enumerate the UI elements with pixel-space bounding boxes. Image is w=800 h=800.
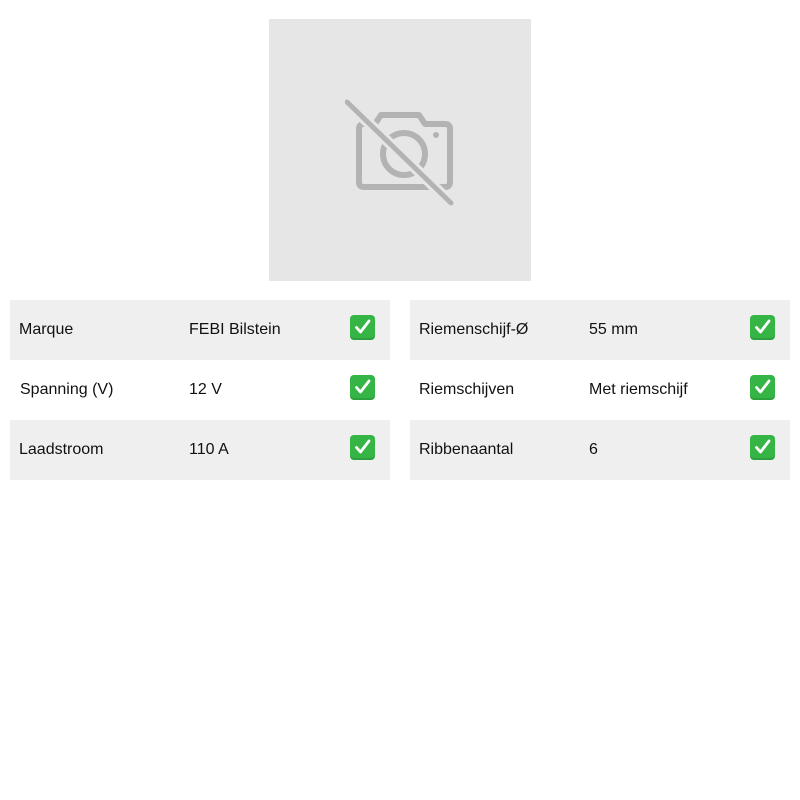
spec-label: Ribbenaantal	[419, 441, 514, 458]
spec-row: Laadstroom 110 A	[10, 420, 390, 480]
check-icon	[350, 435, 375, 460]
spec-label: Riemschijven	[419, 381, 515, 398]
specs-table-right: Riemenschijf-Ø 55 mm Riemschijven Met ri…	[410, 300, 790, 480]
spec-label: Marque	[19, 321, 74, 338]
spec-value: 6	[589, 441, 598, 458]
spec-row: Riemenschijf-Ø 55 mm	[410, 300, 790, 360]
check-icon	[350, 375, 375, 400]
check-icon	[750, 435, 775, 460]
spec-row: Riemschijven Met riemschijf	[410, 360, 790, 420]
check-icon	[750, 315, 775, 340]
spec-value: 12 V	[189, 381, 222, 398]
spec-row: Spanning (V) 12 V	[10, 360, 390, 420]
spec-value: FEBI Bilstein	[189, 321, 281, 338]
no-photo-icon	[345, 97, 455, 207]
spec-value: 55 mm	[589, 321, 638, 338]
spec-value: Met riemschijf	[589, 381, 688, 398]
check-icon	[350, 315, 375, 340]
spec-row: Ribbenaantal 6	[410, 420, 790, 480]
spec-label: Spanning (V)	[20, 381, 114, 398]
spec-row: Marque FEBI Bilstein	[10, 300, 390, 360]
check-icon	[750, 375, 775, 400]
spec-label: Riemenschijf-Ø	[419, 321, 529, 338]
specs-table-left: Marque FEBI Bilstein Spanning (V) 12 V L…	[10, 300, 390, 480]
spec-value: 110 A	[189, 441, 229, 458]
product-image-placeholder	[269, 19, 531, 281]
spec-label: Laadstroom	[19, 441, 104, 458]
